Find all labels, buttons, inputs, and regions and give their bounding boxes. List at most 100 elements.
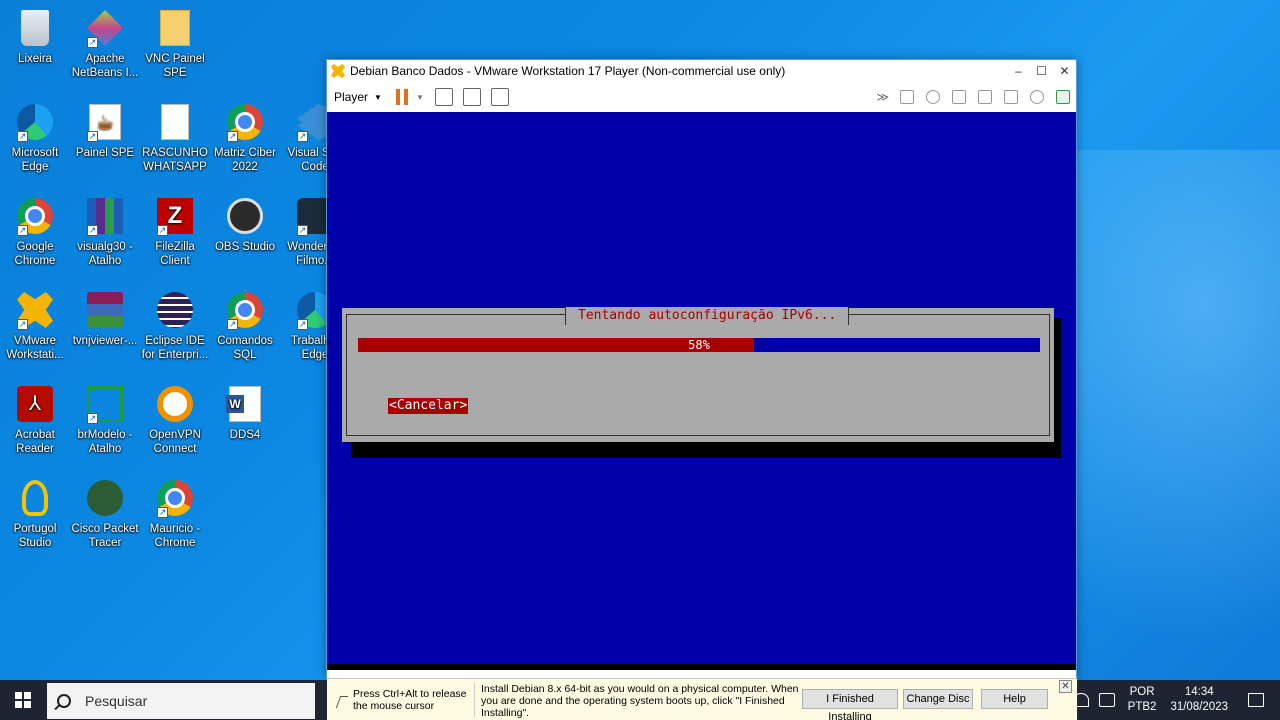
lightbulb-icon — [22, 480, 48, 516]
desktop-icon-label: VMware Workstati... — [6, 335, 64, 361]
desktop-icon-netbeans[interactable]: ↗ Apache NetBeans I... — [70, 8, 140, 80]
i-finished-installing-button[interactable]: I Finished Installing — [802, 689, 898, 720]
pause-dropdown-icon[interactable]: ▼ — [416, 93, 424, 102]
desktop-icon-cisco[interactable]: Cisco Packet Tracer — [70, 478, 140, 550]
input-language[interactable]: POR PTB2 — [1128, 685, 1157, 715]
send-ctrl-alt-del-icon[interactable] — [434, 88, 453, 106]
player-menu[interactable]: Player ▼ — [334, 90, 382, 104]
system-tray: POR PTB2 14:34 31/08/2023 — [1068, 680, 1280, 720]
install-hint-text: Install Debian 8.x 64-bit as you would o… — [481, 683, 799, 719]
desktop-icon-edge[interactable]: ↗ Microsoft Edge — [0, 102, 70, 174]
recycle-bin-icon — [21, 10, 49, 46]
desktop-icon-google-chrome[interactable]: ↗ Google Chrome — [0, 196, 70, 268]
keyboard-layout: PTB2 — [1127, 701, 1157, 713]
desktop-icon-label: Painel SPE — [75, 147, 135, 159]
installer-dialog: Tentando autoconfiguração IPv6... 58% <C… — [342, 307, 1054, 442]
shortcut-arrow-icon: ↗ — [17, 131, 28, 142]
desktop-icon-label: visualg30 - Atalho — [77, 241, 133, 267]
desktop-icon-openvpn[interactable]: OpenVPN Connect — [140, 384, 210, 456]
desktop-icon-brmodelo[interactable]: ↗ brModelo - Atalho — [70, 384, 140, 456]
desktop-icon-vnc-painel[interactable]: VNC Painel SPE — [140, 8, 210, 80]
desktop-icon-acrobat[interactable]: ⅄ Acrobat Reader — [0, 384, 70, 456]
dialog-frame — [346, 314, 1050, 436]
desktop-icon-lixeira[interactable]: Lixeira — [0, 8, 70, 66]
more-devices-icon[interactable]: ≫ — [876, 90, 889, 104]
desktop-icon-label: Cisco Packet Tracer — [71, 523, 139, 549]
change-disc-button[interactable]: Change Disc — [903, 689, 973, 709]
vmware-hint-bar: Press Ctrl+Alt to release the mouse curs… — [327, 678, 1077, 720]
guest-screen[interactable]: Tentando autoconfiguração IPv6... 58% <C… — [327, 112, 1076, 670]
shortcut-arrow-icon: ↗ — [17, 319, 28, 330]
minimize-button[interactable]: – — [1007, 60, 1030, 82]
taskbar-search[interactable]: Pesquisar — [47, 683, 315, 719]
desktop-icon-label: FileZilla Client — [155, 241, 195, 267]
maximize-button[interactable]: ☐ — [1030, 60, 1053, 82]
window-title: Debian Banco Dados - VMware Workstation … — [350, 64, 786, 78]
desktop-icon-matriz-ciber[interactable]: ↗ Matriz Ciber 2022 — [210, 102, 280, 174]
shortcut-arrow-icon: ↗ — [227, 319, 238, 330]
network-adapter-icon[interactable] — [952, 90, 966, 104]
desktop-icon-label: Microsoft Edge — [11, 147, 59, 173]
help-button[interactable]: Help — [981, 689, 1048, 709]
word-icon — [226, 386, 261, 422]
language-code: POR — [1129, 686, 1155, 698]
desktop-icon-visualg[interactable]: ↗ visualg30 - Atalho — [70, 196, 140, 268]
progress-percent: 58% — [688, 338, 710, 352]
clock[interactable]: 14:34 31/08/2023 — [1170, 685, 1228, 715]
cd-dvd-icon[interactable] — [926, 90, 940, 104]
release-mouse-hint: Press Ctrl+Alt to release the mouse curs… — [353, 688, 467, 712]
notification-icon[interactable] — [1248, 693, 1264, 707]
close-hint-icon[interactable]: ✕ — [1059, 680, 1072, 693]
desktop-icon-label: Portugol Studio — [13, 523, 57, 549]
desktop-icon-vmware[interactable]: ↗ VMware Workstati... — [0, 290, 70, 362]
desktop-icon-tvnjviewer[interactable]: tvnjviewer-... — [70, 290, 140, 348]
player-menu-label: Player — [334, 90, 369, 104]
shortcut-arrow-icon: ↗ — [87, 37, 98, 48]
desktop-icon-painel-spe[interactable]: ☕ ↗ Painel SPE — [70, 102, 140, 160]
unity-icon[interactable] — [490, 88, 509, 106]
obs-icon — [227, 198, 263, 234]
clock-time: 14:34 — [1184, 686, 1214, 698]
guest-bottom-strip — [327, 664, 1076, 670]
desktop-icon-comandos-sql[interactable]: ↗ Comandos SQL — [210, 290, 280, 362]
desktop-icon-label: Acrobat Reader — [15, 429, 55, 455]
start-button[interactable] — [0, 680, 46, 720]
desktop-icon-portugol[interactable]: Portugol Studio — [0, 478, 70, 550]
full-screen-icon[interactable] — [462, 88, 481, 106]
hard-disk-icon[interactable] — [900, 90, 914, 104]
printer-icon[interactable] — [978, 90, 992, 104]
shortcut-arrow-icon: ↗ — [297, 319, 308, 330]
desktop-icon-rascunho[interactable]: RASCUNHO WHATSAPP — [140, 102, 210, 174]
desktop-icon-mauricio-chrome[interactable]: ↗ Mauricio - Chrome — [140, 478, 210, 550]
desktop-icon-label: Google Chrome — [14, 241, 56, 267]
folder-icon — [160, 10, 190, 46]
volume-icon[interactable] — [1098, 693, 1115, 707]
usb-icon[interactable] — [1030, 90, 1044, 104]
shortcut-arrow-icon: ↗ — [87, 225, 98, 236]
pause-icon[interactable] — [395, 89, 408, 105]
desktop-icon-obs[interactable]: OBS Studio — [210, 196, 280, 254]
progress-bar: 58% — [358, 338, 1040, 352]
desktop-icon-dds4[interactable]: DDS4 — [210, 384, 280, 442]
desktop-icon-label: tvnjviewer-... — [72, 335, 138, 347]
shortcut-arrow-icon: ↗ — [157, 507, 168, 518]
hint-divider — [474, 683, 475, 717]
document-icon — [161, 104, 189, 140]
desktop-icon-label: OpenVPN Connect — [149, 429, 201, 455]
desktop-icon-label: VNC Painel SPE — [145, 53, 205, 79]
desktop-icon-filezilla[interactable]: Z ↗ FileZilla Client — [140, 196, 210, 268]
sound-card-icon[interactable] — [1004, 90, 1018, 104]
window-titlebar[interactable]: Debian Banco Dados - VMware Workstation … — [327, 60, 1076, 82]
windows-logo-icon — [15, 692, 31, 708]
desktop-icon-label: Mauricio - Chrome — [149, 523, 201, 549]
message-log-icon[interactable] — [1056, 90, 1070, 104]
desktop-icon-label: Eclipse IDE for Enterpri... — [141, 335, 209, 361]
desktop-icon-eclipse[interactable]: Eclipse IDE for Enterpri... — [140, 290, 210, 362]
search-icon — [57, 694, 71, 708]
openvpn-icon — [157, 386, 193, 422]
shortcut-arrow-icon: ↗ — [17, 225, 28, 236]
close-button[interactable]: ✕ — [1053, 60, 1076, 82]
cancel-button[interactable]: <Cancelar> — [388, 398, 469, 414]
chevron-down-icon: ▼ — [374, 92, 382, 102]
desktop-icon-label: Apache NetBeans I... — [71, 53, 139, 79]
